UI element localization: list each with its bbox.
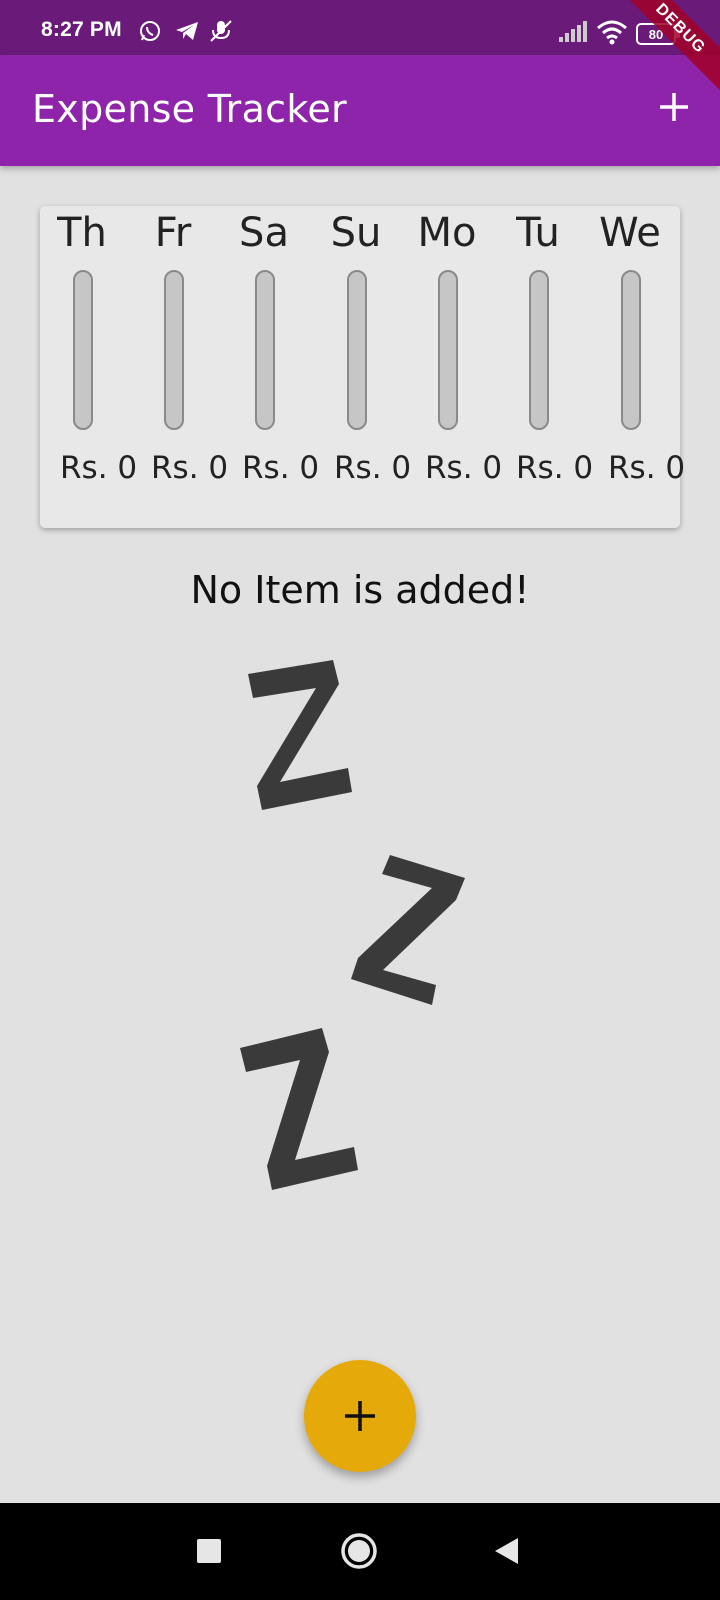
day-label: Mo — [417, 210, 477, 256]
day-spending-bar — [529, 270, 549, 430]
weekly-chart-card: Th Rs. 0 Fr Rs. 0 Sa Rs. 0 Su Rs. 0 Mo R… — [40, 206, 685, 528]
app-bar: Expense Tracker — [0, 55, 720, 166]
day-label: Tu — [516, 210, 560, 256]
empty-state-message: No Item is added! — [190, 568, 530, 612]
status-bar: 8:27 PM 80 — [0, 0, 720, 55]
day-label: Fr — [154, 210, 192, 256]
home-button[interactable] — [340, 1532, 378, 1575]
day-label: Th — [57, 210, 107, 256]
chart-day-column: Mo Rs. 0 — [405, 206, 503, 528]
day-spending-bar — [438, 270, 458, 430]
status-time: 8:27 PM — [41, 18, 122, 41]
day-spending-bar — [347, 270, 367, 430]
day-amount: Rs. 0 — [608, 450, 686, 486]
back-button[interactable] — [492, 1536, 520, 1571]
muted-mic-icon — [208, 19, 234, 48]
back-triangle-icon — [495, 1538, 518, 1564]
day-amount: Rs. 0 — [425, 450, 503, 486]
recents-button[interactable] — [196, 1538, 222, 1569]
day-label: We — [599, 210, 661, 256]
add-expense-button[interactable] — [652, 85, 696, 129]
day-amount: Rs. 0 — [151, 450, 229, 486]
chart-day-column: Fr Rs. 0 — [131, 206, 228, 528]
sleeping-zzz-icon — [220, 650, 500, 1215]
day-amount: Rs. 0 — [60, 450, 138, 486]
plus-icon — [660, 93, 688, 121]
system-nav-bar — [0, 1503, 720, 1600]
chart-day-column: Tu Rs. 0 — [496, 206, 593, 528]
day-label: Sa — [239, 210, 289, 256]
day-spending-bar — [255, 270, 275, 430]
home-circle-icon — [341, 1533, 377, 1569]
chart-day-column: We Rs. 0 — [588, 206, 685, 528]
chart-day-column: Sa Rs. 0 — [222, 206, 319, 528]
signal-icon — [558, 19, 588, 48]
day-amount: Rs. 0 — [334, 450, 412, 486]
day-amount: Rs. 0 — [242, 450, 320, 486]
day-spending-bar — [621, 270, 641, 430]
day-amount: Rs. 0 — [516, 450, 594, 486]
day-spending-bar — [73, 270, 93, 430]
whatsapp-icon — [138, 19, 162, 48]
recents-square-icon — [197, 1539, 221, 1563]
app-title: Expense Tracker — [32, 87, 347, 131]
plus-icon — [345, 1401, 375, 1431]
chart-day-column: Th Rs. 0 — [40, 206, 137, 528]
day-spending-bar — [164, 270, 184, 430]
chart-day-column: Su Rs. 0 — [314, 206, 412, 528]
day-label: Su — [330, 210, 382, 256]
add-expense-fab[interactable] — [304, 1360, 416, 1472]
wifi-icon — [596, 19, 628, 50]
telegram-icon — [174, 19, 200, 48]
